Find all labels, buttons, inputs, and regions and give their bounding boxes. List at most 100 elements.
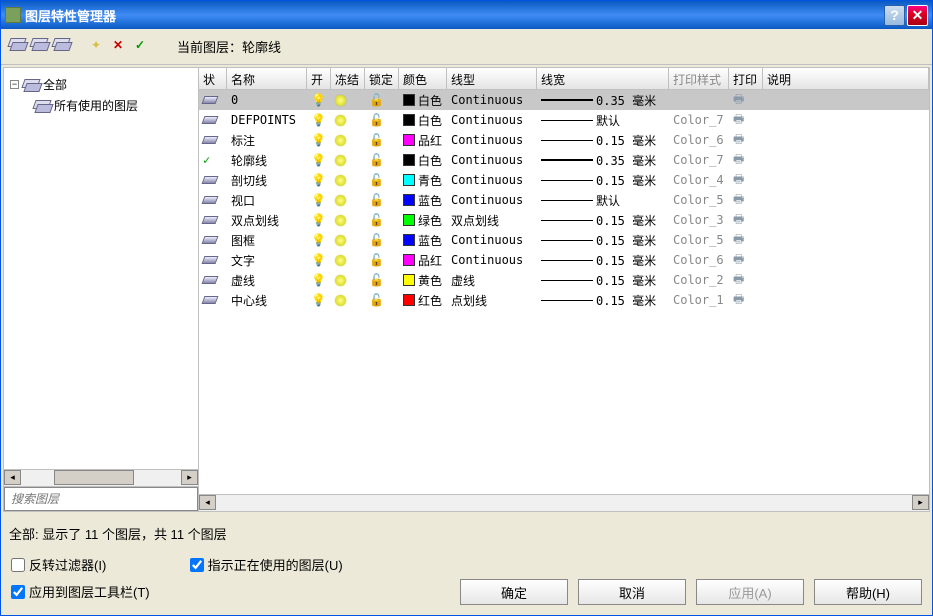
bulb-icon[interactable]: 💡	[311, 293, 326, 307]
layer-row[interactable]: 剖切线💡🔓青色Continuous 0.15 毫米Color_4🖶	[199, 170, 929, 190]
col-freeze[interactable]: 冻结	[331, 68, 365, 89]
bulb-icon[interactable]: 💡	[311, 213, 326, 227]
color-swatch[interactable]	[403, 154, 415, 166]
scroll-right-button[interactable]: ▸	[912, 495, 929, 510]
lineweight-cell[interactable]: 0.15 毫米	[537, 270, 669, 291]
search-input[interactable]	[4, 487, 198, 511]
color-swatch[interactable]	[403, 174, 415, 186]
apply-toolbar-input[interactable]	[11, 585, 25, 599]
sun-icon[interactable]	[335, 155, 346, 166]
lineweight-cell[interactable]: 0.15 毫米	[537, 250, 669, 271]
layer-name[interactable]: 轮廓线	[227, 150, 307, 171]
desc-cell[interactable]	[763, 118, 929, 122]
layer-row[interactable]: 视口💡🔓蓝色Continuous 默认Color_5🖶	[199, 190, 929, 210]
grid-h-scrollbar[interactable]: ◂ ▸	[199, 494, 929, 511]
bulb-icon[interactable]: 💡	[311, 153, 326, 167]
plotstyle-cell[interactable]: Color_2	[669, 271, 729, 289]
sun-icon[interactable]	[335, 235, 346, 246]
color-swatch[interactable]	[403, 194, 415, 206]
layer-row[interactable]: 标注💡🔓品红Continuous 0.15 毫米Color_6🖶	[199, 130, 929, 150]
desc-cell[interactable]	[763, 158, 929, 162]
lineweight-cell[interactable]: 0.15 毫米	[537, 210, 669, 231]
desc-cell[interactable]	[763, 198, 929, 202]
layer-row[interactable]: 图框💡🔓蓝色Continuous 0.15 毫米Color_5🖶	[199, 230, 929, 250]
lineweight-cell[interactable]: 0.35 毫米	[537, 90, 669, 111]
col-lock[interactable]: 锁定	[365, 68, 399, 89]
indicate-in-use-checkbox[interactable]: 指示正在使用的图层(U)	[190, 551, 343, 578]
lineweight-cell[interactable]: 默认	[537, 110, 669, 131]
color-swatch[interactable]	[403, 294, 415, 306]
lock-icon[interactable]: 🔓	[369, 253, 384, 267]
linetype-cell[interactable]: Continuous	[447, 131, 537, 149]
lock-icon[interactable]: 🔓	[369, 233, 384, 247]
linetype-cell[interactable]: Continuous	[447, 91, 537, 109]
titlebar-help-button[interactable]: ?	[884, 5, 905, 26]
tree-collapse-icon[interactable]: −	[10, 80, 19, 89]
printer-icon[interactable]: 🖶	[733, 290, 744, 311]
linetype-cell[interactable]: Continuous	[447, 171, 537, 189]
color-swatch[interactable]	[403, 114, 415, 126]
color-swatch[interactable]	[403, 254, 415, 266]
col-plotstyle[interactable]: 打印样式	[669, 68, 729, 89]
new-group-filter-icon[interactable]	[9, 38, 27, 56]
layer-row[interactable]: ✓轮廓线💡🔓白色Continuous 0.35 毫米Color_7🖶	[199, 150, 929, 170]
layer-row[interactable]: 双点划线💡🔓绿色双点划线 0.15 毫米Color_3🖶	[199, 210, 929, 230]
sun-icon[interactable]	[335, 275, 346, 286]
desc-cell[interactable]	[763, 238, 929, 242]
scroll-thumb[interactable]	[54, 470, 134, 485]
layer-name[interactable]: 0	[227, 91, 307, 109]
lock-icon[interactable]: 🔓	[369, 113, 384, 127]
plotstyle-cell[interactable]: Color_5	[669, 231, 729, 249]
help-button[interactable]: 帮助(H)	[814, 579, 922, 605]
desc-cell[interactable]	[763, 178, 929, 182]
color-swatch[interactable]	[403, 274, 415, 286]
scroll-left-button[interactable]: ◂	[4, 470, 21, 485]
sun-icon[interactable]	[335, 195, 346, 206]
linetype-cell[interactable]: 双点划线	[447, 210, 537, 231]
desc-cell[interactable]	[763, 98, 929, 102]
sun-icon[interactable]	[335, 135, 346, 146]
linetype-cell[interactable]: Continuous	[447, 151, 537, 169]
lock-icon[interactable]: 🔓	[369, 173, 384, 187]
plotstyle-cell[interactable]: Color_7	[669, 151, 729, 169]
linetype-cell[interactable]: Continuous	[447, 111, 537, 129]
linetype-cell[interactable]: Continuous	[447, 231, 537, 249]
set-current-icon[interactable]: ✓	[135, 38, 153, 56]
scroll-left-button[interactable]: ◂	[199, 495, 216, 510]
lock-icon[interactable]: 🔓	[369, 193, 384, 207]
layer-name[interactable]: 标注	[227, 130, 307, 151]
layer-name[interactable]: 文字	[227, 250, 307, 271]
lineweight-cell[interactable]: 0.15 毫米	[537, 170, 669, 191]
apply-toolbar-checkbox[interactable]: 应用到图层工具栏(T)	[11, 578, 150, 605]
sun-icon[interactable]	[335, 295, 346, 306]
bulb-icon[interactable]: 💡	[311, 253, 326, 267]
tree-root-item[interactable]: − 全部	[8, 74, 194, 95]
linetype-cell[interactable]: 虚线	[447, 270, 537, 291]
ok-button[interactable]: 确定	[460, 579, 568, 605]
bulb-icon[interactable]: 💡	[311, 133, 326, 147]
lock-icon[interactable]: 🔓	[369, 213, 384, 227]
lock-icon[interactable]: 🔓	[369, 133, 384, 147]
layer-row[interactable]: 0💡🔓白色Continuous 0.35 毫米🖶	[199, 90, 929, 110]
desc-cell[interactable]	[763, 218, 929, 222]
apply-button[interactable]: 应用(A)	[696, 579, 804, 605]
plotstyle-cell[interactable]: Color_4	[669, 171, 729, 189]
layer-states-icon[interactable]	[53, 38, 71, 56]
col-lineweight[interactable]: 线宽	[537, 68, 669, 89]
color-swatch[interactable]	[403, 214, 415, 226]
plotstyle-cell[interactable]: Color_6	[669, 131, 729, 149]
bulb-icon[interactable]: 💡	[311, 93, 326, 107]
linetype-cell[interactable]: 点划线	[447, 290, 537, 311]
sun-icon[interactable]	[335, 95, 346, 106]
cancel-button[interactable]: 取消	[578, 579, 686, 605]
bulb-icon[interactable]: 💡	[311, 173, 326, 187]
color-swatch[interactable]	[403, 94, 415, 106]
col-status[interactable]: 状	[199, 68, 227, 89]
invert-filter-input[interactable]	[11, 558, 25, 572]
layer-name[interactable]: 双点划线	[227, 210, 307, 231]
layer-name[interactable]: 虚线	[227, 270, 307, 291]
scroll-right-button[interactable]: ▸	[181, 470, 198, 485]
new-property-filter-icon[interactable]	[31, 38, 49, 56]
color-swatch[interactable]	[403, 134, 415, 146]
layer-row[interactable]: 虚线💡🔓黄色虚线 0.15 毫米Color_2🖶	[199, 270, 929, 290]
